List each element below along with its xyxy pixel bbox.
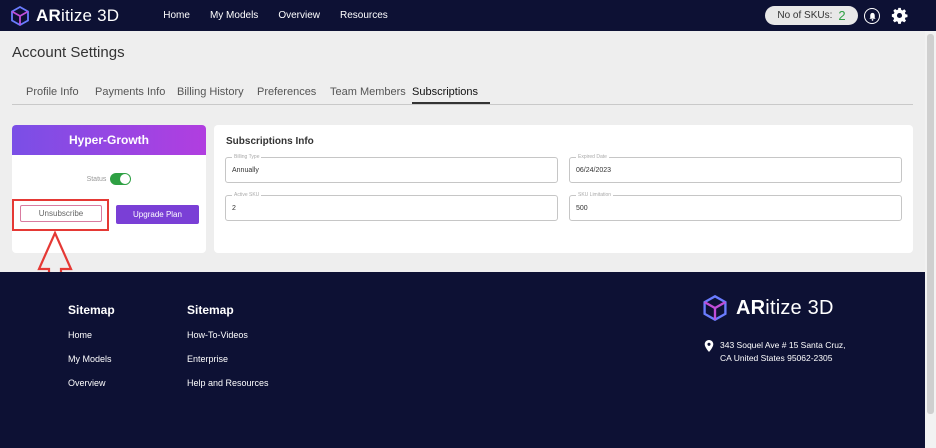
page-title: Account Settings — [12, 44, 125, 61]
footer-link-home[interactable]: Home — [68, 330, 92, 340]
highlight-box — [12, 199, 109, 231]
subscriptions-info-card: Subscriptions Info Billing Type Annually… — [214, 125, 913, 253]
gear-icon[interactable] — [891, 7, 908, 24]
tab-subscriptions[interactable]: Subscriptions — [412, 86, 490, 104]
active-sku-value: 2 — [232, 205, 236, 212]
billing-type-value: Annually — [232, 167, 259, 174]
cube-logo-icon — [11, 5, 29, 26]
footer-link-enterprise[interactable]: Enterprise — [187, 354, 228, 364]
main-nav: Home My Models Overview Resources — [163, 10, 408, 21]
sku-label: No of SKUs: — [777, 10, 833, 21]
tab-payments-info[interactable]: Payments Info — [95, 86, 165, 98]
tab-team-members[interactable]: Team Members — [330, 86, 406, 98]
footer-sitemap-title-1: Sitemap — [68, 303, 115, 317]
nav-home[interactable]: Home — [163, 10, 190, 21]
sku-count-badge: No of SKUs: 2 — [765, 6, 858, 25]
expired-date-field[interactable]: Expired Date 06/24/2023 — [569, 154, 902, 183]
nav-overview[interactable]: Overview — [278, 10, 320, 21]
footer-brand-name: ARitize 3D — [736, 296, 834, 319]
cube-logo-icon — [703, 295, 727, 321]
upgrade-plan-button[interactable]: Upgrade Plan — [116, 205, 199, 224]
footer-link-my-models[interactable]: My Models — [68, 354, 112, 364]
billing-type-field[interactable]: Billing Type Annually — [225, 154, 558, 183]
address-line-1: 343 Soquel Ave # 15 Santa Cruz, — [720, 340, 846, 350]
footer-link-how-to-videos[interactable]: How-To-Videos — [187, 330, 248, 340]
location-pin-icon — [704, 340, 714, 352]
nav-my-models[interactable]: My Models — [210, 10, 258, 21]
plan-name: Hyper-Growth — [12, 125, 206, 155]
active-sku-field[interactable]: Active SKU 2 — [225, 192, 558, 221]
brand-logo[interactable]: ARitize 3D — [10, 5, 120, 26]
settings-tabs: Profile Info Payments Info Billing Histo… — [12, 86, 913, 105]
footer-sitemap-title-2: Sitemap — [187, 303, 234, 317]
expired-date-value: 06/24/2023 — [576, 167, 612, 174]
footer: Sitemap Home My Models Overview Sitemap … — [0, 272, 936, 448]
nav-resources[interactable]: Resources — [340, 10, 388, 21]
notification-bell-icon[interactable] — [864, 8, 880, 24]
sku-limitation-field[interactable]: SKU Limitation 500 — [569, 192, 902, 221]
top-nav-bar: ARitize 3D Home My Models Overview Resou… — [0, 0, 936, 31]
footer-brand-logo: ARitize 3D — [702, 295, 834, 321]
tab-billing-history[interactable]: Billing History — [177, 86, 244, 98]
footer-link-overview[interactable]: Overview — [68, 378, 106, 388]
billing-type-label: Billing Type — [232, 154, 262, 160]
scrollbar-thumb[interactable] — [927, 34, 934, 414]
tab-preferences[interactable]: Preferences — [257, 86, 316, 98]
address-line-2: CA United States 95062-2305 — [720, 353, 833, 363]
sku-count: 2 — [838, 8, 846, 23]
status-toggle[interactable] — [110, 173, 132, 185]
footer-link-help-resources[interactable]: Help and Resources — [187, 378, 269, 388]
footer-address: 343 Soquel Ave # 15 Santa Cruz, CA Unite… — [704, 339, 846, 365]
subscriptions-info-title: Subscriptions Info — [226, 136, 314, 147]
sku-limitation-label: SKU Limitation — [576, 192, 614, 198]
sku-limitation-value: 500 — [576, 205, 588, 212]
active-sku-label: Active SKU — [232, 192, 262, 198]
brand-name: ARitize 3D — [36, 5, 120, 25]
status-label: Status — [86, 175, 107, 183]
tab-profile-info[interactable]: Profile Info — [26, 86, 79, 98]
status-row: Status — [12, 173, 206, 185]
expired-date-label: Expired Date — [576, 154, 609, 160]
